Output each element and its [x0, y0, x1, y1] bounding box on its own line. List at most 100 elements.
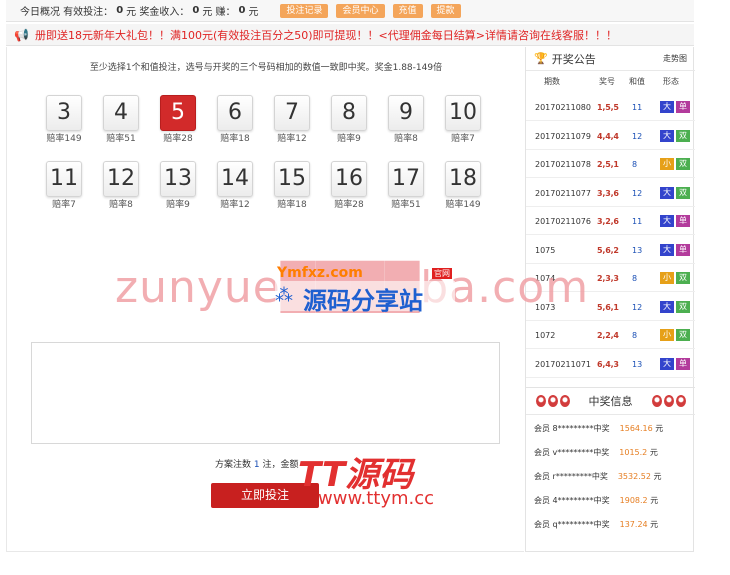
winner-row: 会员 4*********中奖 1908.2 元: [534, 495, 694, 506]
announcement-marquee: 📢 册即送18元新年大礼包！！满100元(有效投注百分之50)即可提现！！<代理…: [6, 24, 694, 46]
result-row: 20170211071 6,4,3 13 大单: [526, 350, 695, 378]
sum-ball-10[interactable]: 10: [445, 95, 481, 131]
ball-odds: 赔率149: [46, 134, 82, 144]
parity-badge: 双: [676, 272, 690, 284]
winner-row: 会员 8*********中奖 1564.16 元: [534, 423, 694, 434]
member-center-button[interactable]: 会员中心: [336, 3, 385, 18]
overview-label: 今日概况 有效投注：: [20, 7, 114, 18]
winner-user: q*********中奖: [552, 520, 610, 529]
result-period: 20170211078: [535, 160, 591, 169]
winner-unit: 元: [650, 520, 659, 529]
result-row: 1075 5,6,2 13 大单: [526, 236, 695, 264]
winner-user: 8*********中奖: [552, 424, 610, 433]
deposit-button[interactable]: 充值: [392, 3, 423, 18]
watermark-logo: ⁂ 源码分享站: [275, 281, 455, 315]
results-header: 🏆 开奖公告 走势图: [526, 47, 695, 71]
parity-badge: 单: [676, 243, 690, 256]
sum-ball-12[interactable]: 12: [103, 161, 139, 197]
ball-odds: 赔率12: [220, 200, 250, 210]
size-badge: 大: [660, 300, 674, 313]
top-status-bar: 今日概况 有效投注： 0 元 奖金收入： 0 元 赚： 0 元 投注记录 会员中…: [6, 0, 694, 22]
sum-ball-11[interactable]: 11: [46, 161, 82, 197]
size-badge: 大: [660, 243, 674, 256]
result-numbers: 3,3,6: [597, 188, 619, 198]
size-badge: 大: [660, 186, 674, 199]
result-row: 20170211077 3,3,6 12 大双: [526, 179, 695, 207]
size-badge: 大: [660, 101, 674, 113]
result-numbers: 2,3,3: [597, 274, 619, 283]
sum-ball-17[interactable]: 17: [388, 161, 424, 197]
winners-title: 中奖信息: [588, 395, 633, 408]
withdraw-button[interactable]: 提款: [430, 3, 461, 18]
sum-ball-6[interactable]: 6: [217, 95, 253, 131]
parity-badge: 双: [676, 129, 690, 142]
result-sum: 8: [632, 274, 638, 283]
sum-ball-16[interactable]: 16: [331, 161, 367, 197]
size-badge: 大: [660, 129, 674, 142]
sum-ball-7[interactable]: 7: [274, 95, 310, 131]
results-title: 开奖公告: [551, 52, 596, 66]
ball-odds: 赔率18: [220, 134, 250, 144]
winner-amount: 137.24: [619, 520, 648, 529]
bet-summary: 方案注数 1 注，金额: [215, 457, 299, 470]
summary-mid: 注，金额: [262, 460, 299, 470]
result-row: 1072 2,2,4 8 小双: [526, 321, 695, 349]
winner-prefix: 会员: [534, 520, 550, 529]
result-sum: 12: [632, 188, 643, 198]
megaphone-icon: 📢: [14, 27, 29, 42]
unit-label: 元: [248, 7, 259, 18]
sum-ball-14[interactable]: 14: [217, 161, 253, 197]
logo-dots-icon: ⁂: [275, 285, 293, 306]
sum-ball-3[interactable]: 3: [46, 95, 82, 131]
summary-count: 1: [253, 460, 260, 470]
ball-odds: 赔率7: [451, 134, 475, 144]
ball-odds: 赔率51: [106, 134, 136, 144]
result-numbers: 2,2,4: [597, 331, 619, 340]
sum-ball-4[interactable]: 4: [103, 95, 139, 131]
result-row: 20170211080 1,5,5 11 大单: [526, 93, 695, 121]
winner-amount: 1564.16: [619, 424, 653, 433]
unit-label: 元 赚：: [202, 7, 236, 18]
result-numbers: 5,6,2: [597, 245, 619, 255]
parity-badge: 单: [676, 101, 690, 113]
winner-user: v*********中奖: [552, 448, 610, 457]
result-period: 20170211077: [535, 188, 591, 198]
result-sum: 8: [632, 160, 638, 169]
sum-ball-5[interactable]: 5: [160, 95, 196, 131]
bet-list-area[interactable]: [31, 342, 500, 444]
sum-ball-18[interactable]: 18: [445, 161, 481, 197]
sum-ball-15[interactable]: 15: [274, 161, 310, 197]
watermark-site: Ymfxz.com: [277, 265, 363, 281]
parity-badge: 双: [676, 158, 690, 170]
ball-odds: 赔率7: [52, 200, 76, 210]
ball-odds: 赔率28: [163, 134, 193, 144]
parity-badge: 双: [676, 300, 690, 313]
results-columns: 期数 奖号 和值 形态: [526, 76, 695, 90]
sum-ball-13[interactable]: 13: [160, 161, 196, 197]
watermark-url: www.ttym.cc: [318, 488, 435, 509]
trend-chart-link[interactable]: 走势图: [663, 53, 687, 64]
winner-row: 会员 q*********中奖 137.24 元: [534, 519, 694, 530]
size-badge: 小: [660, 272, 674, 284]
bet-records-button[interactable]: 投注记录: [280, 3, 329, 18]
col-period: 期数: [544, 77, 560, 86]
parity-badge: 双: [676, 329, 690, 341]
winner-amount: 1015.2: [619, 448, 648, 457]
result-numbers: 4,4,4: [597, 131, 619, 141]
sum-ball-8[interactable]: 8: [331, 95, 367, 131]
result-sum: 11: [632, 217, 643, 226]
result-numbers: 6,4,3: [597, 359, 619, 369]
ball-odds: 赔率28: [334, 200, 364, 210]
sum-ball-9[interactable]: 9: [388, 95, 424, 131]
ball-odds: 赔率149: [445, 200, 481, 210]
result-sum: 8: [632, 331, 638, 340]
winner-unit: 元: [650, 496, 659, 505]
ball-odds: 赔率18: [277, 200, 307, 210]
col-form: 形态: [663, 77, 679, 86]
result-period: 20170211079: [535, 131, 591, 141]
result-numbers: 1,5,5: [597, 103, 619, 112]
result-sum: 12: [632, 131, 643, 141]
ball-odds: 赔率9: [337, 134, 361, 144]
winner-unit: 元: [655, 424, 664, 433]
trophy-icon: 🏆: [534, 52, 548, 65]
